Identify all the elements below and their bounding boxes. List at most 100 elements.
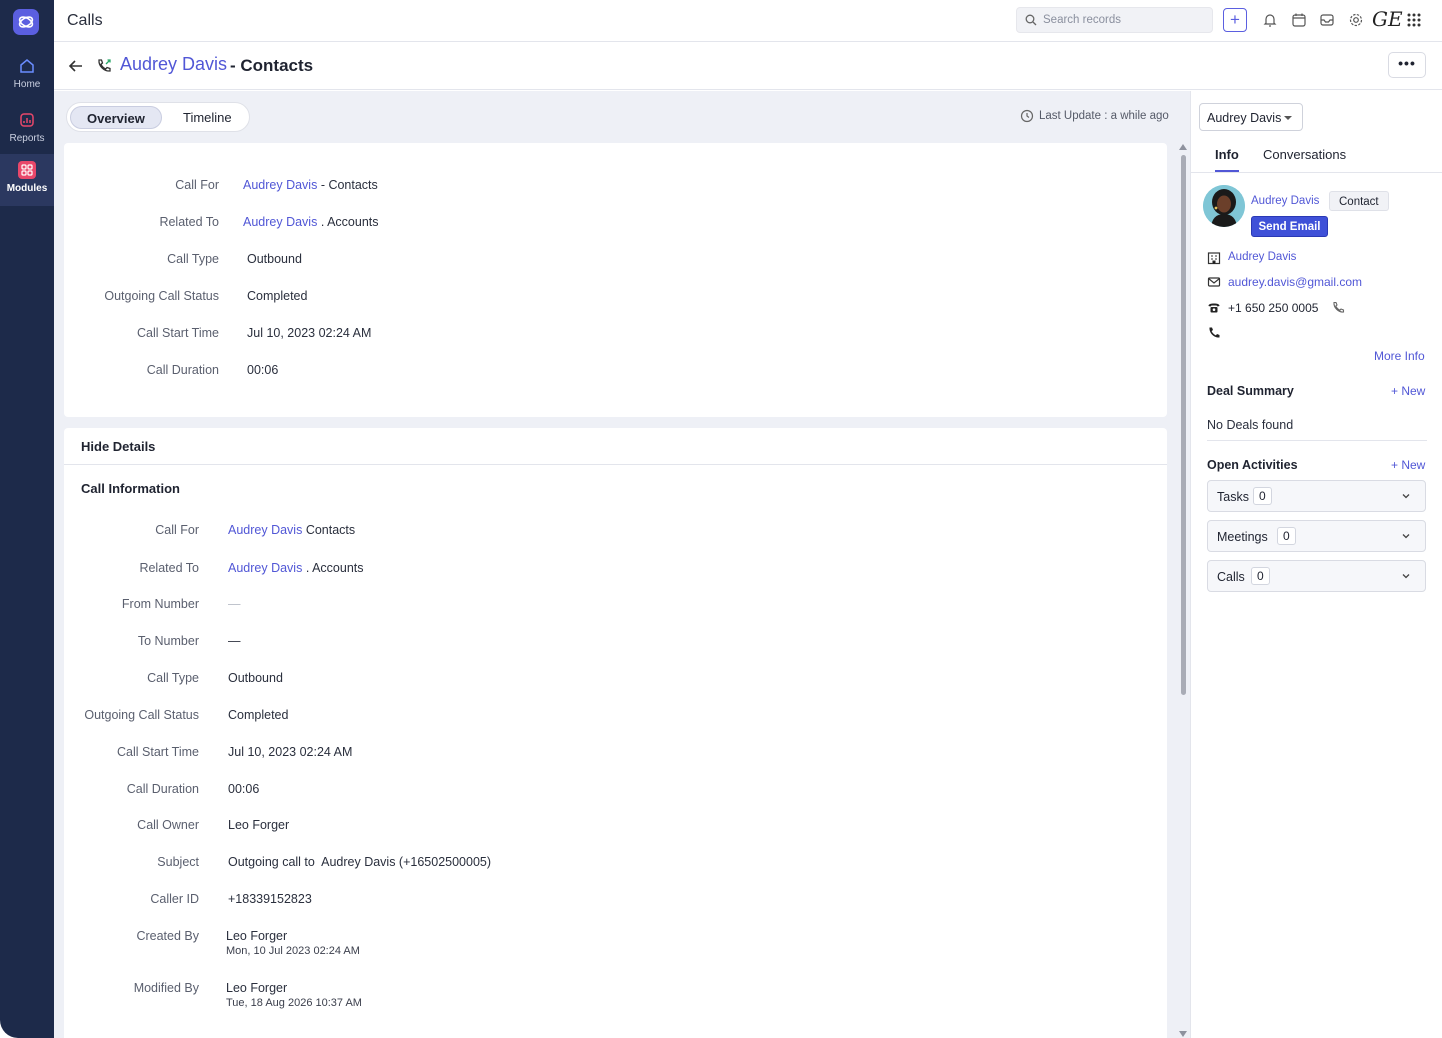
call-for-suffix: - Contacts	[317, 178, 378, 192]
gear-icon[interactable]	[1346, 10, 1366, 30]
app-logo-icon[interactable]	[13, 9, 39, 35]
more-button[interactable]: •••	[1388, 52, 1426, 78]
activity-meetings[interactable]: Meetings 0	[1207, 520, 1426, 552]
divider	[64, 464, 1167, 465]
plus-icon[interactable]: +	[1223, 8, 1247, 32]
nav-item-home[interactable]: Home	[0, 50, 54, 102]
more-info-link[interactable]: More Info	[1374, 349, 1425, 363]
hide-details-toggle[interactable]: Hide Details	[81, 439, 155, 454]
activity-count: 0	[1251, 567, 1270, 585]
field-value: Jul 10, 2023 02:24 AM	[228, 745, 353, 759]
scroll-up-icon[interactable]	[1179, 144, 1187, 150]
right-panel: Audrey Davis Info Conversations Audrey D…	[1190, 91, 1442, 1038]
activity-tasks[interactable]: Tasks 0	[1207, 480, 1426, 512]
related-to-link[interactable]: Audrey Davis	[243, 215, 317, 229]
contact-selector-value: Audrey Davis	[1207, 111, 1282, 125]
caret-down-icon	[1284, 116, 1292, 120]
field-label: To Number	[137, 634, 199, 648]
top-bar: Calls Search records + GE	[54, 0, 1442, 42]
tab-timeline[interactable]: Timeline	[167, 106, 248, 129]
search-input[interactable]: Search records	[1016, 7, 1213, 33]
user-avatar[interactable]: GE	[1372, 7, 1403, 31]
apps-grid-icon[interactable]	[1404, 10, 1424, 30]
activity-label: Meetings	[1217, 530, 1268, 544]
bell-icon[interactable]	[1260, 10, 1280, 30]
home-icon	[20, 59, 34, 73]
record-name-link[interactable]: Audrey Davis	[120, 54, 227, 75]
search-placeholder: Search records	[1043, 14, 1121, 26]
field-label: Subject	[157, 855, 199, 869]
nav-item-reports[interactable]: Reports	[0, 104, 54, 156]
field-value: 00:06	[247, 363, 279, 377]
send-email-button[interactable]: Send Email	[1251, 216, 1328, 237]
left-nav: Home Reports Modules	[0, 0, 54, 1038]
divider	[1207, 440, 1427, 441]
contact-name-link[interactable]: Audrey Davis	[1251, 195, 1319, 207]
activity-label: Tasks	[1217, 490, 1249, 504]
summary-card: Call For Audrey Davis - Contacts Related…	[64, 143, 1167, 417]
field-label: Call For	[175, 178, 219, 192]
field-label: Modified By	[133, 981, 199, 995]
search-icon	[1025, 14, 1037, 26]
field-value: Outgoing call to Audrey Davis (+16502500…	[228, 855, 492, 869]
new-activity-link[interactable]: + New	[1391, 458, 1425, 472]
phone-number[interactable]: +1 650 250 0005	[1228, 301, 1318, 315]
field-value: Completed	[247, 289, 308, 303]
call-for-link[interactable]: Audrey Davis	[243, 178, 317, 192]
building-icon	[1207, 252, 1221, 265]
back-arrow-icon[interactable]	[67, 57, 85, 75]
contact-selector[interactable]: Audrey Davis	[1199, 103, 1303, 131]
section-title: Call Information	[81, 481, 180, 496]
nav-label-home: Home	[13, 79, 41, 90]
field-value: Leo Forger	[228, 818, 290, 832]
activity-calls[interactable]: Calls 0	[1207, 560, 1426, 592]
field-label: Outgoing Call Status	[104, 289, 219, 303]
field-value: —	[228, 634, 241, 648]
details-card: Hide Details Call Information Call For A…	[64, 428, 1167, 1038]
modules-icon	[18, 161, 36, 179]
account-link[interactable]: Audrey Davis	[1228, 251, 1296, 263]
chevron-down-icon	[1402, 534, 1410, 539]
field-value: +18339152823	[228, 892, 312, 906]
clock-icon	[1020, 109, 1034, 123]
field-timestamp: Tue, 18 Aug 2026 10:37 AM	[226, 997, 362, 1009]
field-label: Call Start Time	[137, 326, 219, 340]
field-value: Jul 10, 2023 02:24 AM	[247, 326, 372, 340]
field-value: Completed	[228, 708, 289, 722]
reports-icon	[20, 113, 34, 127]
avatar	[1203, 185, 1245, 227]
tab-info[interactable]: Info	[1215, 147, 1239, 162]
scrollbar-thumb[interactable]	[1181, 155, 1186, 695]
record-header: Audrey Davis - Contacts •••	[54, 42, 1442, 90]
scroll-down-icon[interactable]	[1179, 1031, 1187, 1037]
call-phone-icon[interactable]	[1331, 301, 1345, 315]
call-for-link[interactable]: Audrey Davis	[228, 523, 302, 537]
field-label: Created By	[136, 929, 199, 943]
open-activities-title: Open Activities	[1207, 458, 1298, 472]
email-link[interactable]: audrey.davis@gmail.com	[1228, 275, 1362, 289]
activity-count: 0	[1277, 527, 1296, 545]
telephone-icon	[1208, 303, 1220, 313]
nav-item-modules[interactable]: Modules	[0, 154, 54, 206]
inbox-icon[interactable]	[1317, 10, 1337, 30]
phone-icon[interactable]	[1207, 326, 1221, 340]
field-label: Outgoing Call Status	[84, 708, 199, 722]
mail-icon	[1207, 277, 1221, 287]
related-to-link[interactable]: Audrey Davis	[228, 561, 302, 575]
field-label: Related To	[159, 215, 219, 229]
field-label: Call Duration	[146, 363, 219, 377]
activity-label: Calls	[1217, 570, 1245, 584]
field-timestamp: Mon, 10 Jul 2023 02:24 AM	[226, 945, 360, 957]
view-tabs: Overview Timeline	[66, 102, 250, 132]
tab-overview[interactable]: Overview	[70, 106, 162, 129]
field-label: From Number	[121, 597, 199, 611]
outgoing-call-icon	[98, 59, 111, 72]
field-value: Outbound	[228, 671, 283, 685]
calendar-icon[interactable]	[1289, 10, 1309, 30]
field-value: 00:06	[228, 782, 260, 796]
field-label: Related To	[139, 561, 199, 575]
new-deal-link[interactable]: + New	[1391, 384, 1425, 398]
field-value: Leo Forger	[226, 981, 288, 995]
tab-conversations[interactable]: Conversations	[1263, 147, 1346, 162]
field-label: Call Owner	[137, 818, 199, 832]
